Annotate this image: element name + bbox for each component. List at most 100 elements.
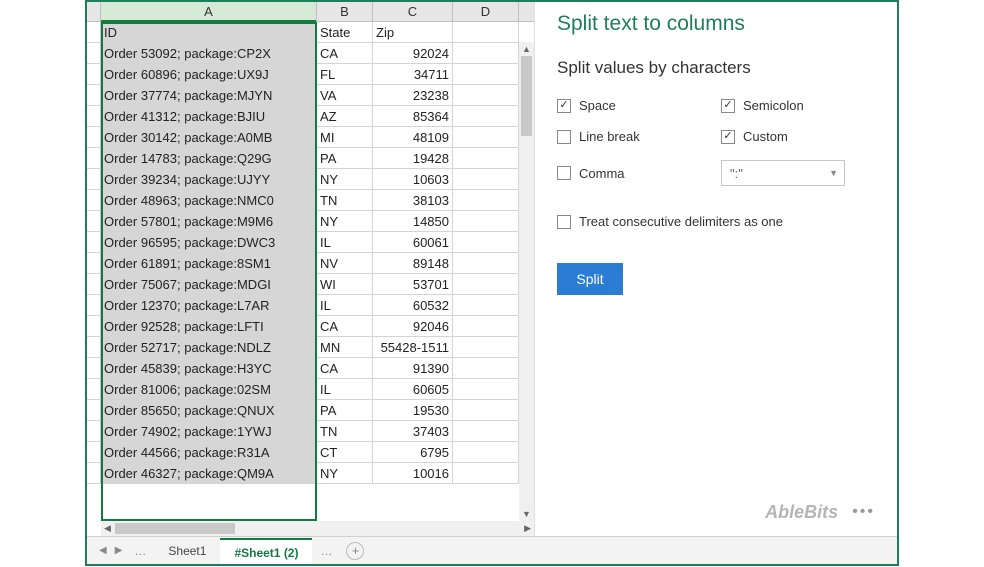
cell[interactable]: 92024 (373, 43, 453, 63)
cell[interactable] (453, 106, 519, 126)
horizontal-scrollbar[interactable]: ◀ ▶ (101, 521, 534, 536)
grid[interactable]: IDStateZipOrder 53092; package:CP2XCA920… (87, 22, 534, 484)
row-header[interactable] (87, 421, 101, 441)
checkbox-custom[interactable]: Custom (721, 129, 875, 144)
more-icon[interactable]: ••• (852, 503, 875, 521)
table-row[interactable]: Order 75067; package:MDGIWI53701 (87, 274, 534, 295)
cell[interactable]: Order 61891; package:8SM1 (101, 253, 317, 273)
cell[interactable]: MI (317, 127, 373, 147)
cell[interactable]: Order 44566; package:R31A (101, 442, 317, 462)
tab-sheet1[interactable]: Sheet1 (154, 538, 220, 564)
cell[interactable]: 55428-1511 (373, 337, 453, 357)
vertical-scrollbar[interactable]: ▲ ▼ (519, 42, 534, 521)
row-header[interactable] (87, 463, 101, 483)
col-header-B[interactable]: B (317, 2, 373, 21)
cell[interactable]: TN (317, 421, 373, 441)
row-header[interactable] (87, 211, 101, 231)
cell[interactable]: 92046 (373, 316, 453, 336)
cell[interactable] (453, 295, 519, 315)
cell[interactable]: NV (317, 253, 373, 273)
cell[interactable]: TN (317, 190, 373, 210)
row-header[interactable] (87, 337, 101, 357)
cell[interactable] (453, 442, 519, 462)
checkbox-semicolon[interactable]: Semicolon (721, 98, 875, 113)
row-header[interactable] (87, 148, 101, 168)
row-header[interactable] (87, 316, 101, 336)
cell[interactable]: 60532 (373, 295, 453, 315)
cell[interactable]: 10603 (373, 169, 453, 189)
table-row[interactable]: Order 46327; package:QM9ANY10016 (87, 463, 534, 484)
row-header[interactable] (87, 106, 101, 126)
table-row[interactable]: Order 41312; package:BJIUAZ85364 (87, 106, 534, 127)
cell[interactable] (453, 316, 519, 336)
cell[interactable]: Order 14783; package:Q29G (101, 148, 317, 168)
cell[interactable] (453, 127, 519, 147)
cell[interactable] (453, 463, 519, 483)
tab-sheet1-copy[interactable]: #Sheet1 (2) (220, 538, 312, 564)
cell[interactable]: Order 46327; package:QM9A (101, 463, 317, 483)
cell[interactable]: Order 96595; package:DWC3 (101, 232, 317, 252)
cell[interactable]: CT (317, 442, 373, 462)
row-header[interactable] (87, 64, 101, 84)
tab-overflow-left[interactable]: … (126, 544, 154, 558)
cell[interactable]: 85364 (373, 106, 453, 126)
cell[interactable]: 60061 (373, 232, 453, 252)
cell[interactable]: IL (317, 379, 373, 399)
cell[interactable] (453, 64, 519, 84)
table-row[interactable]: Order 96595; package:DWC3IL60061 (87, 232, 534, 253)
row-header[interactable] (87, 232, 101, 252)
checkbox-linebreak[interactable]: Line break (557, 129, 711, 144)
cell[interactable] (453, 232, 519, 252)
cell[interactable]: Order 39234; package:UJYY (101, 169, 317, 189)
cell[interactable]: NY (317, 463, 373, 483)
cell[interactable]: Order 75067; package:MDGI (101, 274, 317, 294)
col-header-D[interactable]: D (453, 2, 519, 21)
row-header[interactable] (87, 253, 101, 273)
custom-delimiter-dropdown[interactable]: ":" ▼ (721, 160, 845, 186)
cell[interactable] (453, 43, 519, 63)
cell[interactable]: IL (317, 232, 373, 252)
cell[interactable]: VA (317, 85, 373, 105)
cell[interactable] (453, 421, 519, 441)
table-row[interactable]: Order 44566; package:R31ACT6795 (87, 442, 534, 463)
row-header[interactable] (87, 358, 101, 378)
cell[interactable] (453, 400, 519, 420)
cell[interactable]: Order 48963; package:NMC0 (101, 190, 317, 210)
cell[interactable]: CA (317, 43, 373, 63)
cell[interactable]: State (317, 22, 373, 42)
cell[interactable]: NY (317, 211, 373, 231)
cell[interactable]: Order 74902; package:1YWJ (101, 421, 317, 441)
hscroll-thumb[interactable] (115, 523, 235, 534)
cell[interactable]: PA (317, 148, 373, 168)
split-button[interactable]: Split (557, 263, 623, 295)
vscroll-thumb[interactable] (521, 56, 532, 136)
col-header-C[interactable]: C (373, 2, 453, 21)
scroll-left-icon[interactable]: ◀ (104, 523, 111, 534)
table-row[interactable]: Order 60896; package:UX9JFL34711 (87, 64, 534, 85)
cell[interactable] (453, 274, 519, 294)
cell[interactable]: AZ (317, 106, 373, 126)
table-row[interactable]: Order 52717; package:NDLZMN55428-1511 (87, 337, 534, 358)
cell[interactable]: 23238 (373, 85, 453, 105)
table-row[interactable]: Order 74902; package:1YWJTN37403 (87, 421, 534, 442)
table-row[interactable]: Order 92528; package:LFTICA92046 (87, 316, 534, 337)
table-row[interactable]: Order 39234; package:UJYYNY10603 (87, 169, 534, 190)
cell[interactable]: Order 37774; package:MJYN (101, 85, 317, 105)
cell[interactable]: 19428 (373, 148, 453, 168)
tab-nav-last-icon[interactable]: ▶ (111, 545, 127, 556)
cell[interactable]: 10016 (373, 463, 453, 483)
row-header[interactable] (87, 442, 101, 462)
table-row[interactable]: Order 85650; package:QNUXPA19530 (87, 400, 534, 421)
cell[interactable] (453, 148, 519, 168)
cell[interactable]: Order 60896; package:UX9J (101, 64, 317, 84)
cell[interactable]: Order 41312; package:BJIU (101, 106, 317, 126)
table-row[interactable]: IDStateZip (87, 22, 534, 43)
row-header[interactable] (87, 190, 101, 210)
row-header[interactable] (87, 169, 101, 189)
cell[interactable]: 91390 (373, 358, 453, 378)
scroll-right-icon[interactable]: ▶ (524, 523, 531, 534)
cell[interactable] (453, 379, 519, 399)
table-row[interactable]: Order 45839; package:H3YCCA91390 (87, 358, 534, 379)
cell[interactable] (453, 337, 519, 357)
cell[interactable]: CA (317, 358, 373, 378)
